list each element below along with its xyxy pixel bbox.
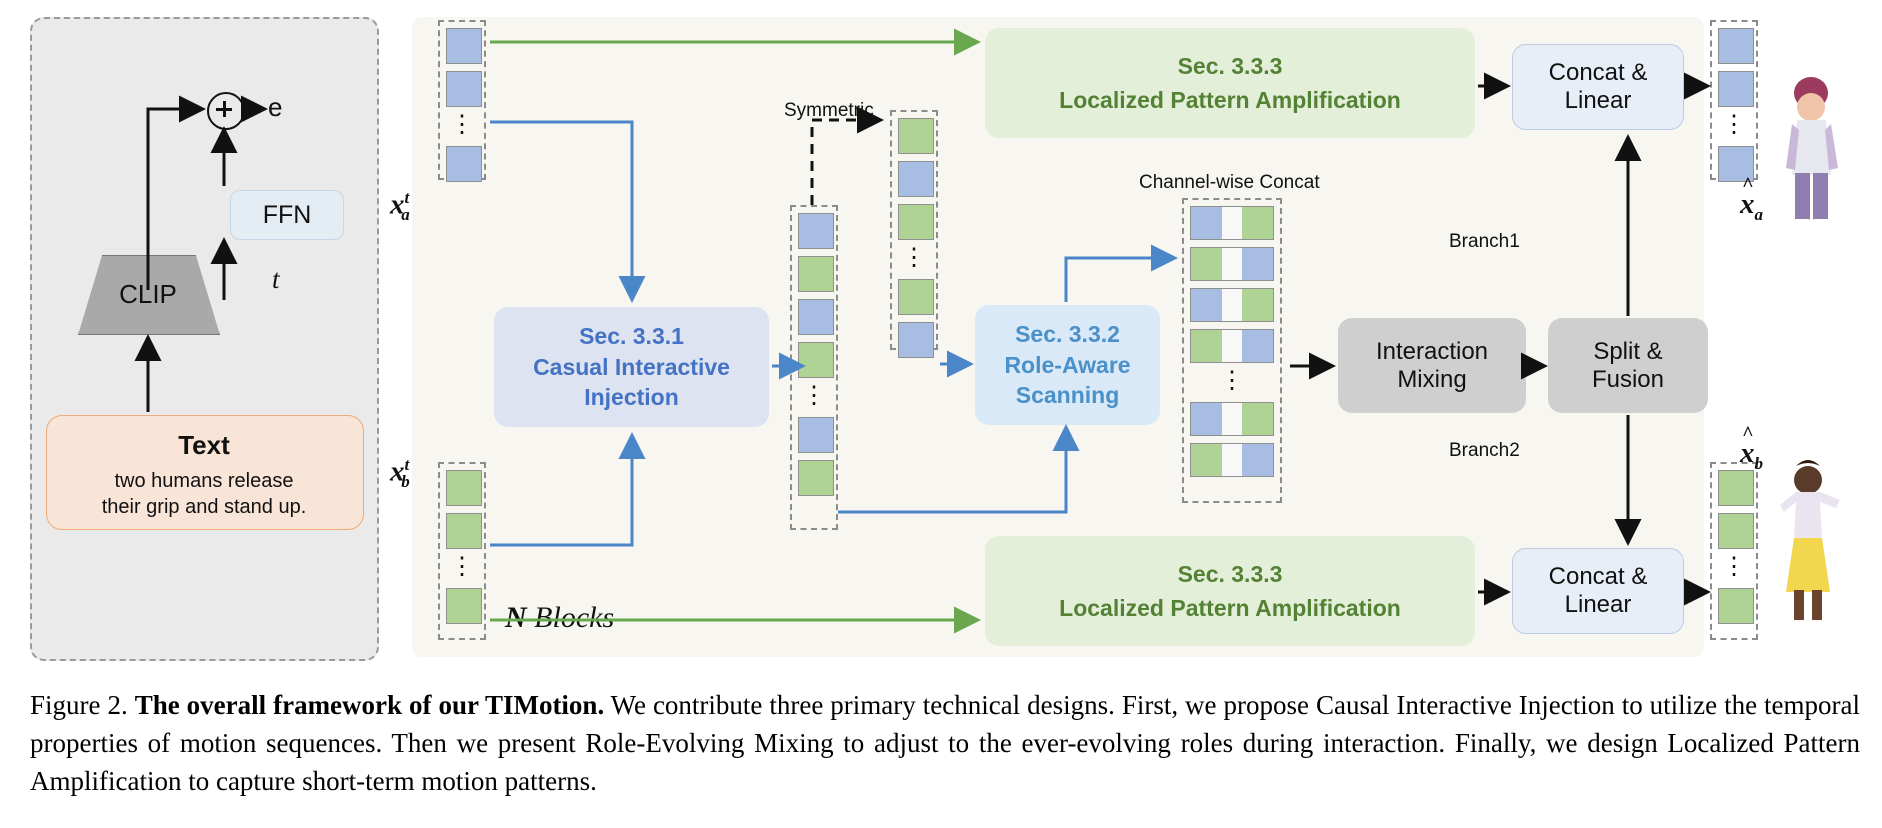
token-split-green-blue xyxy=(1190,443,1274,477)
concat-linear-bottom-box: Concat & Linear xyxy=(1512,548,1684,634)
interleaved-token-column: ⋮ xyxy=(790,205,838,530)
vertical-ellipsis: ⋮ xyxy=(1722,111,1746,138)
figure-caption: Figure 2. The overall framework of our T… xyxy=(30,686,1860,800)
interaction-mixing-line-1: Interaction xyxy=(1375,337,1489,365)
symmetric-label: Symmetric xyxy=(784,100,874,121)
ffn-box: FFN xyxy=(230,190,344,240)
token-blue xyxy=(446,146,482,182)
sec-332-line-2: Scanning xyxy=(1015,382,1120,408)
text-prompt-title: Text xyxy=(178,430,230,460)
timestep-label: t xyxy=(272,264,280,294)
token-blue xyxy=(1718,71,1754,107)
sec-333-top-number: Sec. 3.3.3 xyxy=(1177,52,1283,79)
token-blue xyxy=(898,322,934,358)
token-split-blue-green xyxy=(1190,402,1274,436)
token-blue xyxy=(798,417,834,453)
sec-331-line-1: Casual Interactive xyxy=(533,354,730,380)
branch2-label: Branch2 xyxy=(1449,440,1520,461)
token-split-green-blue xyxy=(1190,329,1274,363)
n-blocks-label: N Blocks xyxy=(505,601,614,635)
token-green xyxy=(446,470,482,506)
branch1-label: Branch1 xyxy=(1449,231,1520,252)
input-a-math-label: xta xyxy=(390,188,410,225)
vertical-ellipsis: ⋮ xyxy=(902,244,926,271)
token-green xyxy=(798,342,834,378)
caption-number: Figure 2. xyxy=(30,690,128,720)
token-green xyxy=(898,204,934,240)
sec-332-number: Sec. 3.3.2 xyxy=(1015,321,1120,347)
split-fusion-line-1: Split & xyxy=(1593,337,1663,365)
sec-333-top-title: Localized Pattern Amplification xyxy=(1059,86,1401,113)
input-b-math-label: xtb xyxy=(390,455,410,492)
interaction-mixing-line-2: Mixing xyxy=(1397,365,1467,393)
sec-333-bottom-title: Localized Pattern Amplification xyxy=(1059,594,1401,621)
output-token-column-b: ⋮ xyxy=(1710,462,1758,640)
sec-333-bottom-box: Sec. 3.3.3 Localized Pattern Amplificati… xyxy=(985,536,1475,646)
n-blocks-n: N xyxy=(505,601,527,634)
clip-label: CLIP xyxy=(119,279,177,309)
n-blocks-text: Blocks xyxy=(526,601,615,634)
ffn-label: FFN xyxy=(262,200,312,229)
token-green xyxy=(446,588,482,624)
token-green xyxy=(1718,588,1754,624)
vertical-ellipsis: ⋮ xyxy=(1220,367,1244,394)
channel-concat-label: Channel-wise Concat xyxy=(1139,172,1320,193)
caption-title: The overall framework of our TIMotion. xyxy=(134,690,605,720)
vertical-ellipsis: ⋮ xyxy=(1722,553,1746,580)
split-fusion-line-2: Fusion xyxy=(1591,365,1665,393)
token-green xyxy=(1718,513,1754,549)
output-a-math-label: ^ xa xyxy=(1740,174,1763,224)
concat-linear-top-box: Concat & Linear xyxy=(1512,44,1684,130)
input-token-column-b: ⋮ xyxy=(438,462,486,640)
token-blue xyxy=(446,71,482,107)
token-green xyxy=(898,279,934,315)
token-split-blue-green xyxy=(1190,206,1274,240)
token-blue xyxy=(798,299,834,335)
sec-331-line-2: Injection xyxy=(584,384,679,410)
sec-331-number: Sec. 3.3.1 xyxy=(579,323,684,349)
output-token-column-a: ⋮ xyxy=(1710,20,1758,182)
text-prompt-line-2: their grip and stand up. xyxy=(101,496,307,518)
token-green xyxy=(798,460,834,496)
text-prompt-line-1: two humans release xyxy=(114,470,294,492)
vertical-ellipsis: ⋮ xyxy=(450,111,474,138)
output-b-math-label: ^ xb xyxy=(1740,423,1763,473)
addition-icon xyxy=(207,92,245,130)
person-b-figure xyxy=(1780,460,1840,629)
sec-332-line-1: Role-Aware xyxy=(1004,352,1131,378)
concat-linear-top-line-2: Linear xyxy=(1564,87,1632,114)
input-token-column-a: ⋮ xyxy=(438,20,486,182)
token-blue xyxy=(1718,28,1754,64)
vertical-ellipsis: ⋮ xyxy=(450,553,474,580)
token-split-blue-green xyxy=(1190,288,1274,322)
symmetric-token-column: ⋮ xyxy=(890,110,938,358)
token-green xyxy=(446,513,482,549)
sec-333-bottom-number: Sec. 3.3.3 xyxy=(1177,560,1283,587)
token-blue xyxy=(798,213,834,249)
person-a-figure xyxy=(1786,77,1838,229)
vertical-ellipsis: ⋮ xyxy=(802,382,826,409)
sec-333-top-box: Sec. 3.3.3 Localized Pattern Amplificati… xyxy=(985,28,1475,138)
token-blue xyxy=(446,28,482,64)
token-green xyxy=(1718,470,1754,506)
token-green xyxy=(898,118,934,154)
split-fusion-box: Split & Fusion xyxy=(1548,318,1708,413)
token-split-green-blue xyxy=(1190,247,1274,281)
concat-linear-top-line-1: Concat & xyxy=(1548,59,1648,86)
sec-332-box: Sec. 3.3.2 Role-Aware Scanning xyxy=(975,305,1160,425)
concat-linear-bottom-line-2: Linear xyxy=(1564,591,1632,618)
concat-token-column: ⋮ xyxy=(1182,198,1282,503)
embedding-output-label: e xyxy=(268,92,283,122)
figure-canvas: e FFN CLIP t Text two humans release the… xyxy=(0,0,1882,828)
token-green xyxy=(798,256,834,292)
concat-linear-bottom-line-1: Concat & xyxy=(1548,563,1648,590)
interaction-mixing-box: Interaction Mixing xyxy=(1338,318,1526,413)
sec-331-box: Sec. 3.3.1 Casual Interactive Injection xyxy=(494,307,769,427)
token-blue xyxy=(898,161,934,197)
text-encoder-panel xyxy=(30,17,379,661)
